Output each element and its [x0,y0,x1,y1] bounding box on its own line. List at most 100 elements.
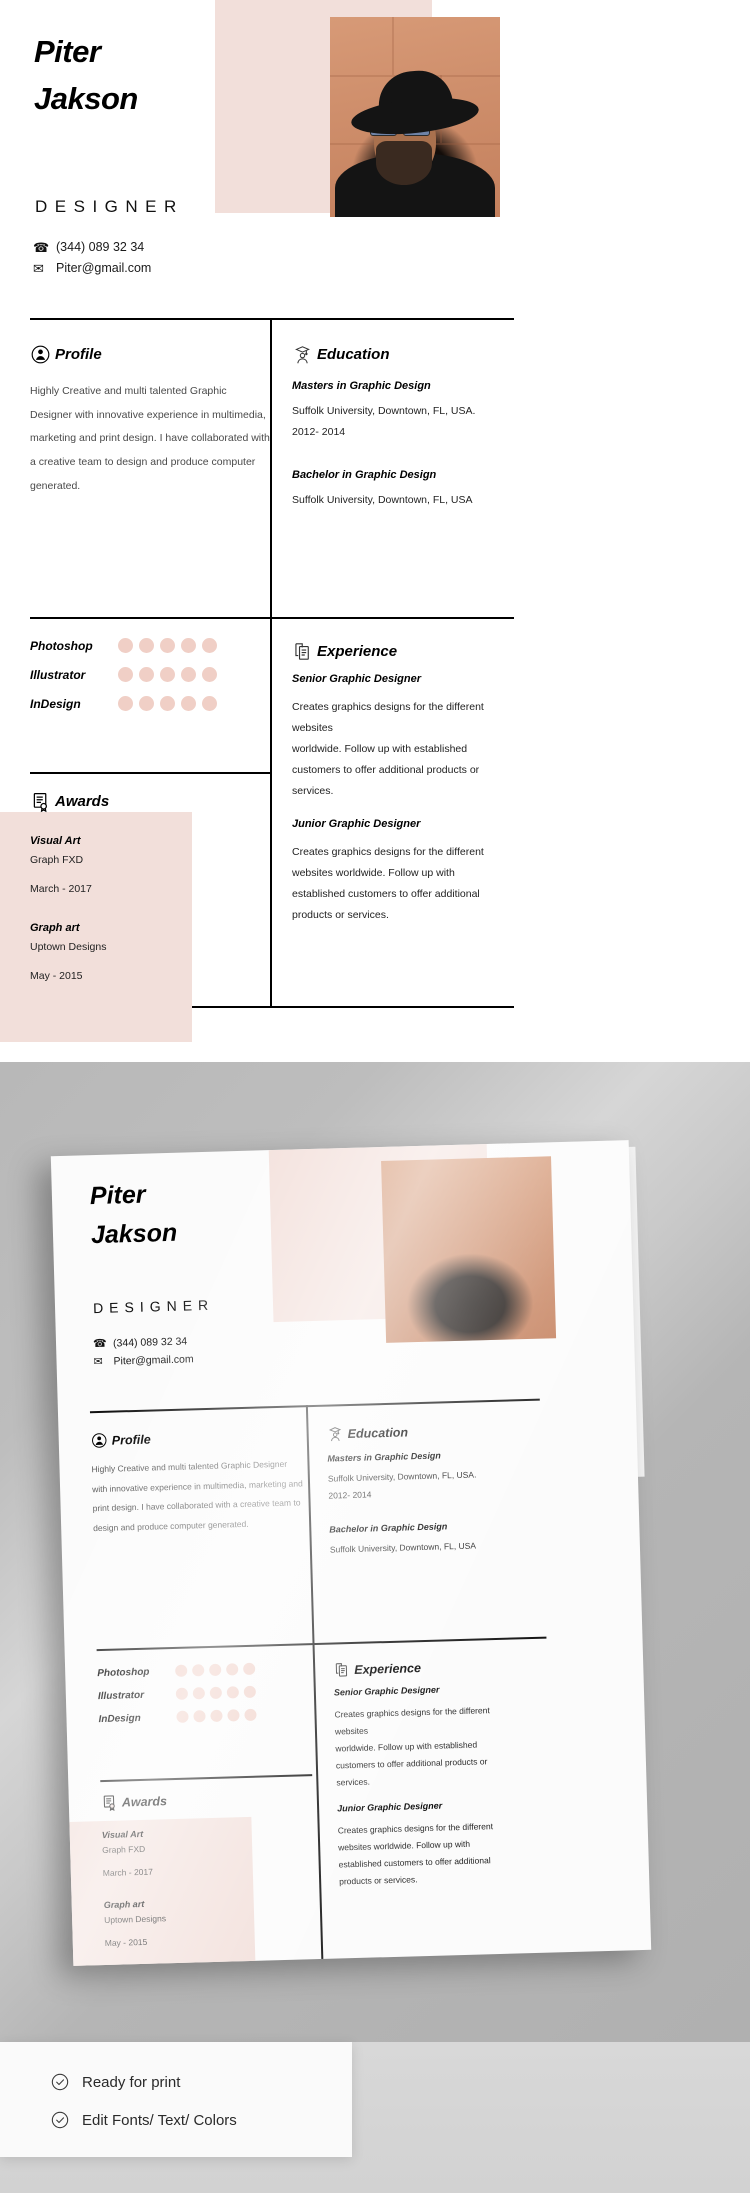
mockup-profile-photo [381,1156,557,1343]
mockup-education-item: Masters in Graphic Design Suffolk Univer… [327,1448,540,1505]
mockup-education-title: Education [347,1424,409,1441]
mockup-divider-awards [100,1774,313,1782]
contact-block: ☎ (344) 089 32 34 ✉ Piter@gmail.com [33,240,253,282]
divider-awards [30,772,270,774]
mockup-scene: Piter Jakson DESIGNER ☎ (344) 089 32 34 … [0,1062,750,2042]
awards-title: Awards [55,793,110,810]
award-org: Uptown Designs [30,941,107,953]
certificate-icon [101,1793,119,1812]
feature-label: Ready for print [82,2073,181,2091]
skill-rating-dots [118,638,217,653]
mockup-education-school: Suffolk University, Downtown, FL, USA [329,1540,477,1555]
section-profile: Profile Highly Creative and multi talent… [30,343,270,498]
education-degree: Bachelor in Graphic Design [292,469,437,481]
graduation-cap-icon [326,1424,344,1443]
check-circle-icon [50,2110,70,2130]
contact-phone-row: ☎ (344) 089 32 34 [33,240,253,254]
experience-role: Junior Graphic Designer [292,818,421,830]
mockup-section-experience: Experience Senior Graphic Designer Creat… [333,1655,551,1891]
mockup-section-awards: Awards Visual Art Graph FXD March - 2017… [101,1787,317,1952]
mockup-award-item: Visual Art Graph FXD March - 2017 [102,1824,315,1882]
experience-line: Creates graphics designs for the differe… [292,846,484,858]
profile-heading: Profile [30,343,270,366]
mockup-skill-name: Photoshop [97,1666,150,1679]
award-item: Graph art Uptown Designs May - 2015 [30,922,270,987]
mockup-award-date: May - 2015 [104,1936,148,1949]
profile-text: Highly Creative and multi talented Graph… [30,385,270,492]
mockup-profile-text: Highly Creative and multi talented Graph… [91,1458,303,1533]
mockup-education-item: Bachelor in Graphic Design Suffolk Unive… [329,1519,542,1559]
mockup-contact-block: ☎ (344) 089 32 34 ✉ Piter@gmail.com [93,1334,194,1373]
mockup-job-role-label: DESIGNER [92,1296,215,1317]
section-skills: Photoshop Illustrator InDesign [30,638,270,725]
mockup-resume-sheet: Piter Jakson DESIGNER ☎ (344) 089 32 34 … [50,1140,652,1966]
mockup-page-title: Piter Jakson [89,1172,281,1255]
first-name: Piter [34,34,101,69]
mockup-skill-rating-dots [176,1708,257,1723]
mockup-last-name: Jakson [90,1218,178,1249]
graduation-cap-icon [292,343,313,366]
mockup-section-profile: Profile Highly Creative and multi talent… [90,1425,305,1538]
skill-rating-dots [118,696,217,711]
mockup-education-degree: Bachelor in Graphic Design [329,1521,448,1535]
last-name: Jakson [34,81,138,117]
profile-title: Profile [55,346,102,363]
mockup-award-item: Graph art Uptown Designs May - 2015 [104,1894,317,1952]
skill-row: Photoshop [30,638,270,653]
divider-column [270,318,272,1006]
mockup-section-education: Education Masters in Graphic Design Suff… [326,1419,542,1559]
check-circle-icon [50,2072,70,2092]
award-title: Visual Art [30,835,81,847]
award-org: Graph FXD [30,854,84,866]
experience-line: worldwide. Follow up with established [292,743,468,755]
award-title: Graph art [30,922,80,934]
experience-line: Creates graphics designs for the differe… [292,701,484,713]
award-item: Visual Art Graph FXD March - 2017 [30,835,270,900]
mockup-skill-rating-dots [175,1685,257,1700]
mockup-contact-email-value: Piter@gmail.com [113,1352,194,1368]
photo-subject-beard [376,141,432,185]
mockup-profile-title: Profile [111,1432,151,1448]
mockup-skill-row: Photoshop [97,1661,309,1679]
mockup-divider-mid [96,1636,547,1651]
feature-item-edit-fonts: Edit Fonts/ Text/ Colors [50,2110,352,2130]
education-years: 2012- 2014 [292,426,346,438]
mockup-award-org: Graph FXD [102,1843,146,1856]
feature-footer: Ready for print Edit Fonts/ Text/ Colors [0,2042,750,2193]
feature-label: Edit Fonts/ Text/ Colors [82,2111,237,2129]
skill-row: Illustrator [30,667,270,682]
education-school: Suffolk University, Downtown, FL, USA. [292,405,476,417]
envelope-icon: ✉ [33,260,44,276]
mockup-divider-bottom [105,1964,556,1966]
experience-item: Junior Graphic Designer Creates graphics… [292,818,514,926]
experience-line: websites [292,722,333,734]
mockup-experience-title: Experience [354,1660,422,1677]
mockup-experience-item: Junior Graphic Designer Creates graphics… [337,1798,551,1891]
divider-top [30,318,514,320]
telephone-icon: ☎ [92,1337,107,1351]
mockup-skill-name: InDesign [98,1712,141,1725]
experience-line: established customers to offer additiona… [292,888,480,900]
skill-name: Illustrator [30,667,86,682]
profile-photo [330,17,500,217]
awards-heading: Awards [30,790,270,813]
education-heading: Education [292,343,514,366]
certificate-icon [30,790,51,813]
mockup-contact-email-row: ✉ Piter@gmail.com [93,1352,193,1368]
skill-rating-dots [118,667,217,682]
education-degree: Masters in Graphic Design [292,380,431,392]
person-circle-icon [90,1431,108,1450]
mockup-divider-top [89,1398,540,1413]
mockup-profile-heading: Profile [90,1425,302,1450]
mockup-experience-heading: Experience [333,1655,545,1680]
person-circle-icon [30,343,51,366]
mockup-contact-phone-value: (344) 089 32 34 [112,1334,188,1350]
education-title: Education [317,346,390,363]
job-role-label: DESIGNER [35,197,184,216]
education-item: Bachelor in Graphic Design Suffolk Unive… [292,469,514,511]
experience-line: products or services. [292,909,389,921]
divider-mid [30,617,514,619]
mockup-skill-rating-dots [175,1662,256,1677]
mockup-contact-phone-row: ☎ (344) 089 32 34 [93,1334,193,1350]
mockup-awards-title: Awards [121,1793,168,1809]
